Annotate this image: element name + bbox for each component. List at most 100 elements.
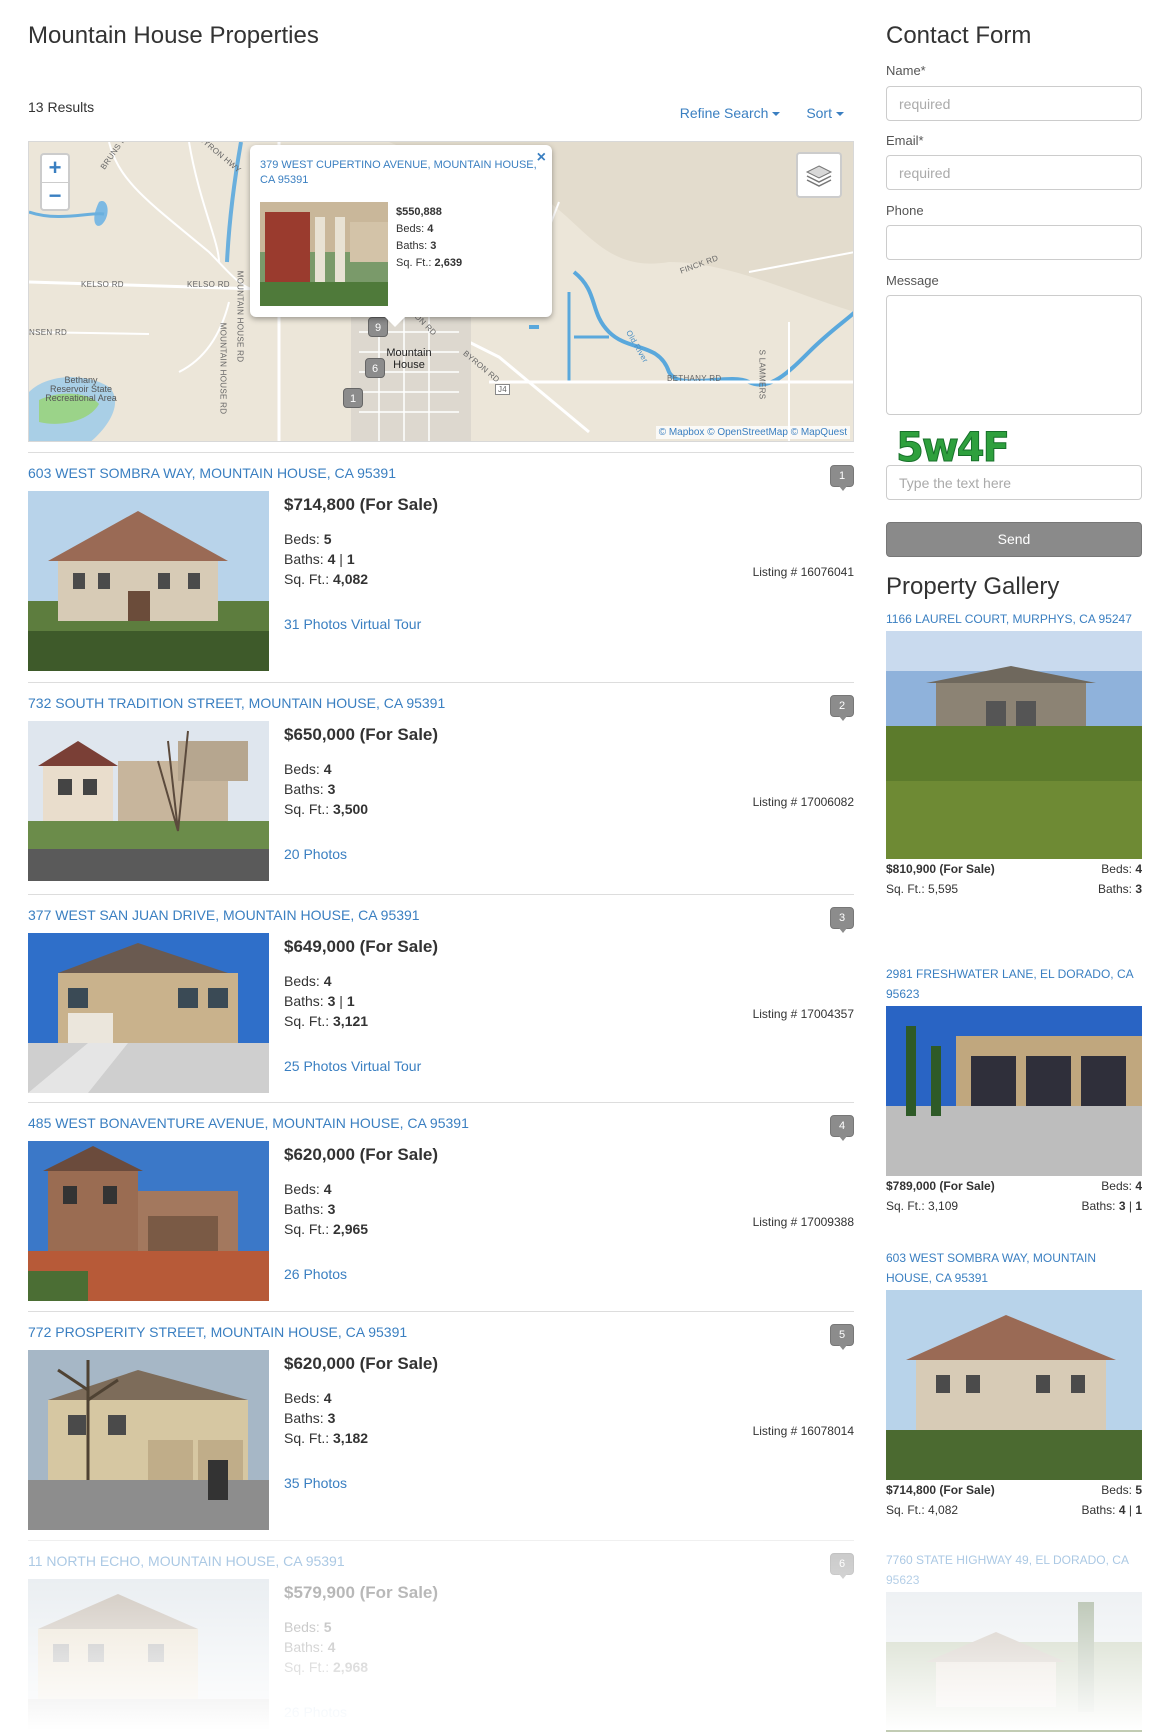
listing-map-marker[interactable]: 4 — [830, 1115, 854, 1141]
name-input[interactable] — [886, 86, 1142, 121]
gallery-photo[interactable] — [886, 631, 1142, 859]
sqft-value: 3,109 — [928, 1199, 959, 1213]
baths-value: 3 — [327, 1410, 336, 1426]
refine-search-dropdown[interactable]: Refine Search — [680, 105, 781, 121]
sqft-label: Sq. Ft.: — [886, 1503, 925, 1517]
listing-map-marker[interactable]: 3 — [830, 907, 854, 933]
zoom-out-button[interactable]: − — [42, 182, 68, 209]
listing-facts: Beds: 5 Baths: 4 | 1 Sq. Ft.: 4,082 — [284, 529, 368, 589]
captcha-input[interactable] — [886, 465, 1142, 500]
listing-price: $714,800 (For Sale) — [284, 495, 439, 514]
photos-link[interactable]: 20 Photos — [284, 846, 347, 862]
road-label: BETHANY RD — [667, 374, 722, 383]
road-label: MOUNTAIN HOUSE RD — [235, 270, 245, 363]
listing-facts: Beds: 4 Baths: 3 Sq. Ft.: 3,500 — [284, 759, 368, 819]
gallery-photo[interactable] — [886, 1290, 1142, 1480]
sqft-value: 2,968 — [333, 1659, 369, 1675]
gallery-price: $714,800 (For Sale) — [886, 1483, 995, 1497]
close-icon[interactable]: × — [537, 150, 546, 166]
sqft-label: Sq. Ft.: — [284, 1430, 330, 1446]
gallery-photo[interactable] — [886, 1006, 1142, 1176]
road-label: MOUNTAIN HOUSE RD — [218, 322, 228, 415]
beds-value: 4 — [323, 1390, 332, 1406]
listing-photo[interactable] — [28, 1350, 269, 1530]
listing-photo[interactable] — [28, 491, 269, 671]
beds-label: Beds: — [284, 1390, 320, 1406]
listing-photo[interactable] — [28, 1579, 269, 1729]
message-textarea[interactable] — [886, 295, 1142, 415]
sqft-label: Sq. Ft.: — [284, 1659, 330, 1675]
sqft-label: Sq. Ft.: — [284, 571, 330, 587]
layers-button[interactable] — [796, 152, 842, 198]
photos-link[interactable]: 25 Photos Virtual Tour — [284, 1058, 421, 1074]
listing-photo[interactable] — [28, 721, 269, 881]
beds-value: 4 — [323, 973, 332, 989]
listing-map-marker[interactable]: 6 — [830, 1553, 854, 1579]
gallery-address-link[interactable]: 1166 LAUREL COURT, MURPHYS, CA 95247 — [886, 609, 1144, 629]
listing-address-link[interactable]: 603 WEST SOMBRA WAY, MOUNTAIN HOUSE, CA … — [28, 465, 396, 481]
listing-price: $620,000 (For Sale) — [284, 1145, 439, 1164]
sort-label: Sort — [806, 105, 832, 121]
phone-label: Phone — [886, 203, 924, 218]
listing-address-link[interactable]: 732 SOUTH TRADITION STREET, MOUNTAIN HOU… — [28, 695, 445, 711]
popup-sqft: 2,639 — [434, 257, 463, 269]
listing-card: 772 PROSPERITY STREET, MOUNTAIN HOUSE, C… — [28, 1311, 854, 1540]
baths-value: 4 — [1118, 1503, 1126, 1517]
map-cluster-marker[interactable]: 6 — [365, 358, 385, 378]
popup-address-link[interactable]: 379 WEST CUPERTINO AVENUE, MOUNTAIN HOUS… — [260, 158, 540, 188]
phone-input[interactable] — [886, 225, 1142, 260]
gallery-row: $810,900 (For Sale) Beds: 4 — [886, 859, 1144, 879]
listing-map-marker[interactable]: 2 — [830, 695, 854, 721]
baths-label: Baths: — [1081, 1503, 1116, 1517]
email-input[interactable] — [886, 155, 1142, 190]
baths-value: 3 — [1135, 882, 1142, 896]
listing-card: 11 NORTH ECHO, MOUNTAIN HOUSE, CA 95391 … — [28, 1540, 854, 1730]
gallery-item: 603 WEST SOMBRA WAY, MOUNTAIN HOUSE, CA … — [886, 1248, 1144, 1520]
baths-value: 3 — [1118, 1199, 1126, 1213]
email-label: Email* — [886, 133, 924, 148]
sort-dropdown[interactable]: Sort — [806, 105, 844, 121]
half-baths-value: 1 — [1135, 1503, 1142, 1517]
listing-map-marker[interactable]: 5 — [830, 1324, 854, 1350]
listing-photo[interactable] — [28, 933, 269, 1093]
gallery-address-link[interactable]: 2981 FRESHWATER LANE, EL DORADO, CA 9562… — [886, 964, 1144, 1004]
gallery-item: 7760 STATE HIGHWAY 49, EL DORADO, CA 956… — [886, 1550, 1144, 1732]
listing-address-link[interactable]: 377 WEST SAN JUAN DRIVE, MOUNTAIN HOUSE,… — [28, 907, 420, 923]
listing-price: $650,000 (For Sale) — [284, 725, 439, 744]
photos-link[interactable]: 26 Photos — [284, 1704, 347, 1720]
zoom-in-button[interactable]: + — [42, 155, 68, 182]
map-cluster-marker[interactable]: 1 — [343, 388, 363, 408]
sqft-value: 4,082 — [333, 571, 369, 587]
road-label: KELSO RD — [187, 280, 230, 289]
listing-facts: Beds: 4 Baths: 3 | 1 Sq. Ft.: 3,121 — [284, 971, 368, 1031]
half-baths-separator: | — [335, 551, 347, 567]
photos-link[interactable]: 26 Photos — [284, 1266, 347, 1282]
beds-value: 4 — [1135, 862, 1142, 876]
gallery-row: Sq. Ft.: 5,595 Baths: 3 — [886, 879, 1144, 899]
gallery-row: Sq. Ft.: 3,109 Baths: 3 | 1 — [886, 1196, 1144, 1216]
captcha-image: 5w4F — [896, 425, 1011, 471]
gallery-address-link[interactable]: 7760 STATE HIGHWAY 49, EL DORADO, CA 956… — [886, 1550, 1144, 1590]
send-button[interactable]: Send — [886, 522, 1142, 557]
popup-photo[interactable] — [260, 202, 388, 306]
beds-label: Beds: — [284, 1181, 320, 1197]
baths-label: Baths: — [1097, 882, 1132, 896]
listing-address-link[interactable]: 11 NORTH ECHO, MOUNTAIN HOUSE, CA 95391 — [28, 1553, 345, 1569]
beds-value: 5 — [323, 1619, 332, 1635]
photos-link[interactable]: 35 Photos — [284, 1475, 347, 1491]
baths-label: Baths: — [284, 551, 324, 567]
listing-address-link[interactable]: 772 PROSPERITY STREET, MOUNTAIN HOUSE, C… — [28, 1324, 407, 1340]
gallery-item: 2981 FRESHWATER LANE, EL DORADO, CA 9562… — [886, 964, 1144, 1216]
sqft-value: 4,082 — [928, 1503, 959, 1517]
listing-address-link[interactable]: 485 WEST BONAVENTURE AVENUE, MOUNTAIN HO… — [28, 1115, 469, 1131]
sqft-label: Sq. Ft.: — [284, 1221, 330, 1237]
map-attribution[interactable]: © Mapbox © OpenStreetMap © MapQuest — [655, 426, 850, 439]
listing-card: 603 WEST SOMBRA WAY, MOUNTAIN HOUSE, CA … — [28, 452, 854, 683]
property-map[interactable]: BRUNS RD BYRON HWY KELSO RD KELSO RD NSE… — [28, 141, 854, 442]
gallery-photo[interactable] — [886, 1592, 1142, 1732]
gallery-address-link[interactable]: 603 WEST SOMBRA WAY, MOUNTAIN HOUSE, CA … — [886, 1248, 1144, 1288]
listing-photo[interactable] — [28, 1141, 269, 1301]
listing-map-marker[interactable]: 1 — [830, 465, 854, 491]
photos-link[interactable]: 31 Photos Virtual Tour — [284, 616, 421, 632]
contact-form-title: Contact Form — [886, 22, 1032, 49]
